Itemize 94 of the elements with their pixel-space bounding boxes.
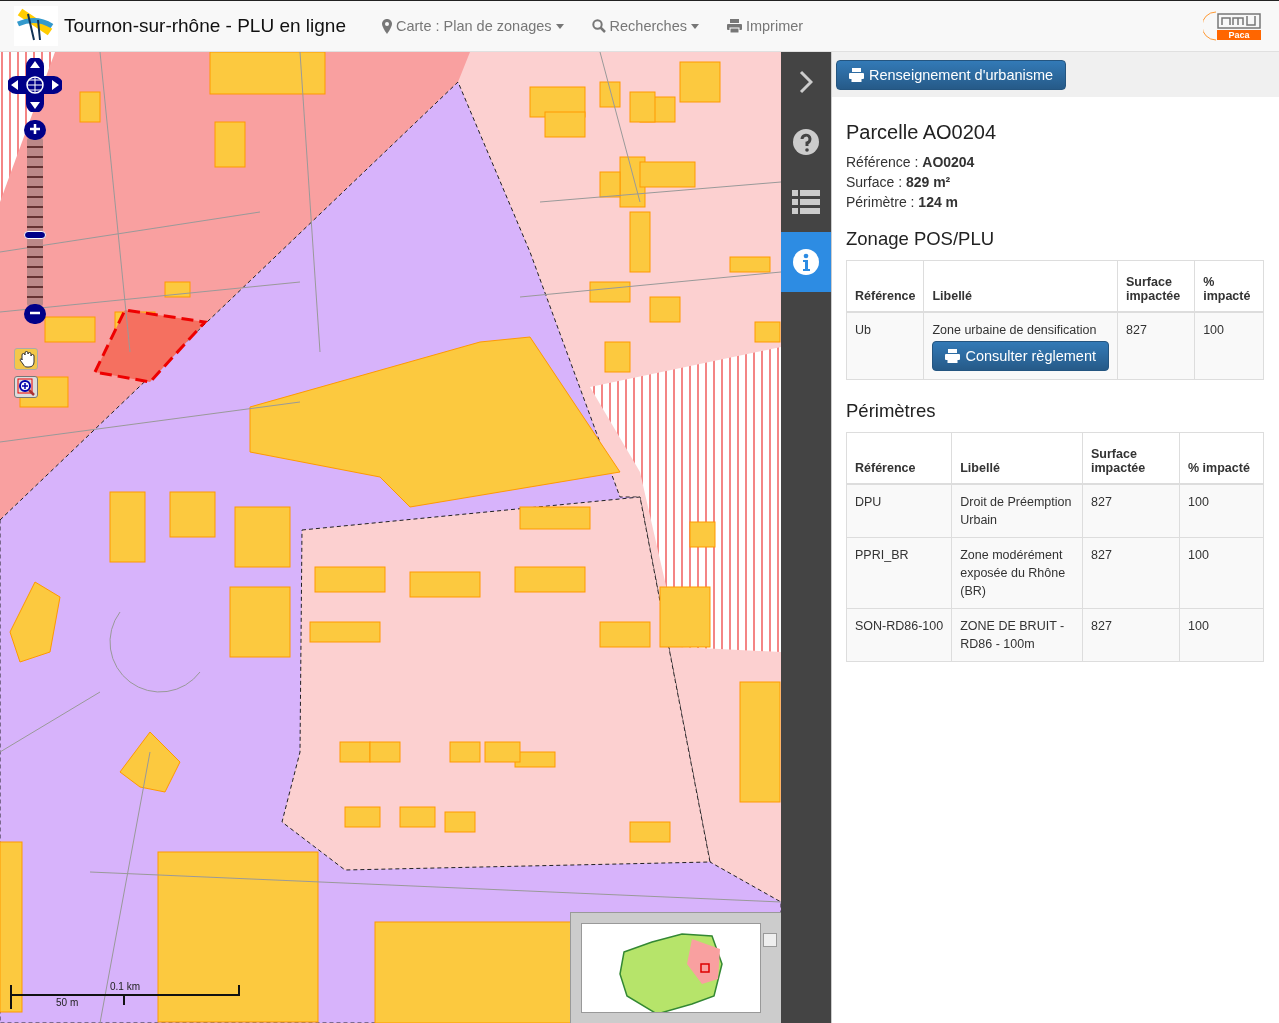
building <box>729 256 771 273</box>
section-title: Zonage POS/PLU <box>846 228 996 250</box>
table-cell: 827 <box>1082 608 1180 662</box>
building <box>659 586 711 648</box>
column-header: Référence <box>846 432 952 484</box>
table-cell: 100 <box>1179 608 1264 662</box>
building <box>629 211 651 273</box>
parcel-detail: Référence : AO0204 <box>846 154 976 170</box>
building <box>589 281 631 303</box>
search-icon <box>591 19 606 33</box>
zoom-slider[interactable] <box>27 138 43 306</box>
table-cell: Ub <box>846 312 924 380</box>
help-icon <box>792 128 820 156</box>
section-title: Périmètres <box>846 400 937 422</box>
pin-icon <box>382 18 392 34</box>
column-header: Libellé <box>923 260 1118 312</box>
chevron-icon <box>799 70 813 94</box>
building <box>679 61 721 103</box>
side-tab[interactable] <box>781 232 831 292</box>
town-logo <box>14 6 58 46</box>
table-cell: 100 <box>1179 537 1264 609</box>
table-cell: PPRI_BR <box>846 537 952 609</box>
parcel-detail: Surface : 829 m² <box>846 174 952 190</box>
rules-button[interactable]: Consulter règlement <box>932 341 1110 371</box>
column-header: % impacté <box>1179 432 1264 484</box>
app-title: Tournon-sur-rhône - PLU en ligne <box>64 15 346 37</box>
building <box>79 91 101 123</box>
building <box>344 806 381 828</box>
building <box>399 806 436 828</box>
pan-control[interactable] <box>8 58 62 112</box>
building <box>309 621 381 643</box>
menu-dropdown[interactable]: Carte : Plan de zonages <box>382 18 564 34</box>
building <box>649 296 681 323</box>
table-cell: 827 <box>1082 537 1180 609</box>
column-header: Surface impactée <box>1082 432 1180 484</box>
menu-dropdown[interactable]: Recherches <box>591 18 699 34</box>
building <box>689 521 716 548</box>
table-cell: 827 <box>1082 484 1180 538</box>
agency-logo <box>1217 12 1261 29</box>
building <box>119 731 181 793</box>
table-cell-text: Zone urbaine de densification <box>932 322 1098 339</box>
column-header: % impacté <box>1194 260 1264 312</box>
column-header: Référence <box>846 260 924 312</box>
report-button[interactable]: Renseignement d'urbanisme <box>836 59 1067 90</box>
column-header: Libellé <box>951 432 1083 484</box>
building <box>164 281 191 298</box>
table-cell: 827 <box>1117 312 1195 380</box>
building <box>109 491 146 563</box>
parcel-detail: Périmètre : 124 m <box>846 194 960 210</box>
table-cell: 100 <box>1194 312 1264 380</box>
building <box>409 571 481 598</box>
building <box>484 741 521 763</box>
building <box>444 811 476 833</box>
printer-icon <box>726 19 742 33</box>
arc-icon <box>1203 11 1217 41</box>
building <box>169 491 216 538</box>
building <box>599 81 621 108</box>
building <box>314 566 386 593</box>
plus-icon <box>29 122 41 135</box>
building <box>449 741 481 763</box>
building <box>629 91 656 123</box>
building <box>629 821 671 843</box>
caret-icon <box>555 23 564 29</box>
parcel-title: Parcelle AO0204 <box>846 121 998 144</box>
table-cell: SON-RD86-100 <box>846 608 952 662</box>
printer-icon <box>945 349 961 363</box>
table-cell: 100 <box>1179 484 1264 538</box>
table-cell: DPU <box>846 484 952 538</box>
column-header: Surface impactée <box>1117 260 1195 312</box>
scale-label: 0.1 km <box>110 981 140 992</box>
building <box>229 586 291 658</box>
slider-thumb[interactable] <box>24 230 46 239</box>
building <box>339 741 371 763</box>
building <box>44 316 96 343</box>
scale-label: 50 m <box>56 997 79 1008</box>
building <box>514 566 586 593</box>
table-cell: Droit de Préemption Urbain <box>951 484 1083 538</box>
zoom-icon <box>17 378 35 396</box>
building <box>599 621 651 648</box>
map-tool-button[interactable] <box>14 348 38 370</box>
hand-icon <box>17 350 35 368</box>
printer-icon <box>849 67 864 82</box>
table-cell: Zone modérément exposée du Rhône (BR) <box>951 537 1083 609</box>
caret-icon <box>690 23 699 29</box>
map-tool-button[interactable] <box>14 376 38 398</box>
building <box>369 741 401 763</box>
building <box>754 321 781 343</box>
building <box>214 121 246 168</box>
logo-label: Paca <box>1217 29 1261 40</box>
building <box>544 111 586 138</box>
menu-link[interactable]: Imprimer <box>726 18 804 34</box>
info-icon <box>792 248 820 276</box>
list-icon <box>792 188 820 216</box>
table-cell: ZONE DE BRUIT - RD86 - 100m <box>951 608 1083 662</box>
